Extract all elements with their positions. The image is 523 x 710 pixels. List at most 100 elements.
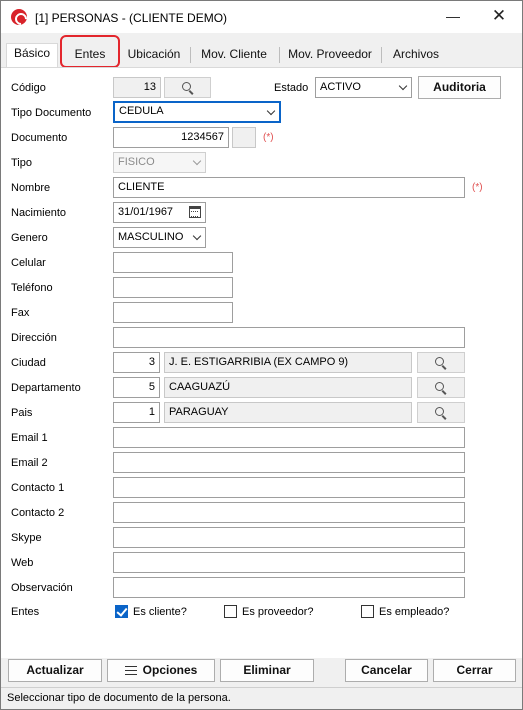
fax-label: Fax <box>11 307 30 319</box>
tipo-documento-select[interactable]: CEDULA <box>113 101 281 123</box>
direccion-field[interactable] <box>113 327 465 348</box>
nacimiento-value: 31/01/1967 <box>118 206 174 218</box>
es-empleado-label: Es empleado? <box>379 606 450 618</box>
cerrar-label: Cerrar <box>456 663 493 677</box>
email1-field[interactable] <box>113 427 465 448</box>
actualizar-button[interactable]: Actualizar <box>8 659 102 682</box>
observacion-label: Observación <box>11 582 73 594</box>
window-title: [1] PERSONAS - (CLIENTE DEMO) <box>35 11 228 25</box>
celular-field[interactable] <box>113 252 233 273</box>
telefono-label: Teléfono <box>11 282 53 294</box>
skype-field[interactable] <box>113 527 465 548</box>
contacto1-label: Contacto 1 <box>11 482 65 494</box>
es-cliente-label: Es cliente? <box>133 606 187 618</box>
es-proveedor-checkbox[interactable] <box>224 605 237 618</box>
eliminar-label: Eliminar <box>243 663 291 677</box>
tab-separator <box>190 47 191 63</box>
web-field[interactable] <box>113 552 465 573</box>
estado-select[interactable]: ACTIVO <box>315 77 412 98</box>
search-icon <box>181 81 191 91</box>
nombre-label: Nombre <box>11 182 51 194</box>
contacto2-field[interactable] <box>113 502 465 523</box>
ciudad-label: Ciudad <box>11 357 46 369</box>
genero-select[interactable]: MASCULINO <box>113 227 206 248</box>
pais-code-field[interactable]: 1 <box>113 402 160 423</box>
documento-dv-field <box>232 127 256 148</box>
genero-value: MASCULINO <box>118 231 184 243</box>
es-empleado-checkbox[interactable] <box>361 605 374 618</box>
email1-label: Email 1 <box>11 432 48 444</box>
email2-label: Email 2 <box>11 457 48 469</box>
title-bar: [1] PERSONAS - (CLIENTE DEMO) — ✕ <box>1 1 522 33</box>
nombre-required-mark: (*) <box>472 182 483 193</box>
chevron-down-icon <box>192 231 202 241</box>
nombre-field[interactable]: CLIENTE <box>113 177 465 198</box>
documento-label: Documento <box>11 132 68 144</box>
estado-label: Estado <box>274 82 309 94</box>
tab-mov-cliente[interactable]: Mov. Cliente <box>194 45 274 67</box>
direccion-label: Dirección <box>11 332 57 344</box>
documento-field[interactable]: 1234567 <box>113 127 229 148</box>
cerrar-button[interactable]: Cerrar <box>433 659 516 682</box>
close-window-button[interactable]: ✕ <box>479 5 519 29</box>
email2-field[interactable] <box>113 452 465 473</box>
ciudad-name-field: J. E. ESTIGARRIBIA (EX CAMPO 9) <box>164 352 412 373</box>
telefono-field[interactable] <box>113 277 233 298</box>
app-logo-icon <box>11 9 27 25</box>
tipo-documento-value: CEDULA <box>119 105 164 117</box>
chevron-down-icon <box>398 81 408 91</box>
status-bar: Seleccionar tipo de documento de la pers… <box>1 687 522 709</box>
web-label: Web <box>11 557 34 569</box>
tipo-value: FISICO <box>118 156 155 168</box>
departamento-code-field[interactable]: 5 <box>113 377 160 398</box>
nacimiento-label: Nacimiento <box>11 207 67 219</box>
opciones-label: Opciones <box>142 663 198 677</box>
codigo-label: Código <box>11 82 46 94</box>
tab-separator <box>279 47 280 63</box>
tipo-label: Tipo <box>11 157 32 169</box>
observacion-field[interactable] <box>113 577 465 598</box>
cancelar-button[interactable]: Cancelar <box>345 659 428 682</box>
ciudad-code-field[interactable]: 3 <box>113 352 160 373</box>
tipo-documento-label: Tipo Documento <box>11 107 92 119</box>
fax-field[interactable] <box>113 302 233 323</box>
codigo-field: 13 <box>113 77 161 98</box>
tab-ubicacion[interactable]: Ubicación <box>122 45 186 67</box>
estado-value: ACTIVO <box>320 81 361 93</box>
chevron-down-icon <box>192 156 202 166</box>
personas-window: [1] PERSONAS - (CLIENTE DEMO) — ✕ Básico… <box>0 0 523 710</box>
entes-label: Entes <box>11 606 40 618</box>
celular-label: Celular <box>11 257 46 269</box>
pais-name-field: PARAGUAY <box>164 402 412 423</box>
pais-search-button[interactable] <box>417 402 465 423</box>
ciudad-search-button[interactable] <box>417 352 465 373</box>
pais-label: Pais <box>11 407 33 419</box>
tab-separator <box>381 47 382 63</box>
departamento-label: Departamento <box>11 382 81 394</box>
tab-archivos[interactable]: Archivos <box>386 45 446 67</box>
search-icon <box>435 356 444 366</box>
tab-mov-proveedor[interactable]: Mov. Proveedor <box>283 45 377 67</box>
es-proveedor-label: Es proveedor? <box>242 606 314 618</box>
codigo-search-button[interactable] <box>164 77 211 98</box>
es-cliente-checkbox[interactable] <box>115 605 128 618</box>
documento-required-mark: (*) <box>263 132 274 143</box>
contacto1-field[interactable] <box>113 477 465 498</box>
cancelar-label: Cancelar <box>361 663 412 677</box>
contacto2-label: Contacto 2 <box>11 507 65 519</box>
minimize-button[interactable]: — <box>433 5 473 29</box>
eliminar-button[interactable]: Eliminar <box>220 659 314 682</box>
search-icon <box>435 406 444 416</box>
departamento-search-button[interactable] <box>417 377 465 398</box>
skype-label: Skype <box>11 532 42 544</box>
chevron-down-icon <box>266 106 276 116</box>
opciones-button[interactable]: Opciones <box>107 659 215 682</box>
auditoria-button[interactable]: Auditoria <box>418 76 501 99</box>
menu-icon <box>124 666 137 675</box>
calendar-icon[interactable] <box>189 206 201 218</box>
tab-basico[interactable]: Básico <box>6 43 58 67</box>
search-icon <box>435 381 444 391</box>
tipo-select: FISICO <box>113 152 206 173</box>
entes-tab-highlight <box>60 35 120 68</box>
basico-panel: Código 13 Estado ACTIVO Auditoria Tipo D… <box>1 67 522 658</box>
